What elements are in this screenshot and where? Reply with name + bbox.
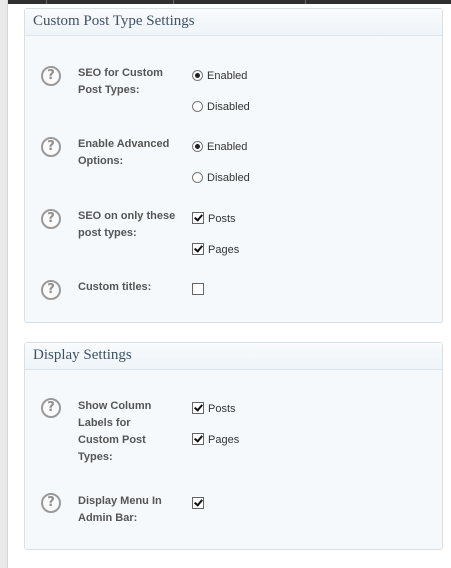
option-label: Enabled	[207, 141, 248, 153]
radio-button[interactable]	[192, 100, 203, 112]
checkbox[interactable]	[192, 243, 204, 256]
checkbox[interactable]	[192, 402, 204, 415]
option-label: Enabled	[207, 70, 248, 82]
admin-menu-rail	[0, 0, 8, 568]
top-toolbar-edge	[8, 0, 451, 4]
toolbar-divider	[46, 0, 47, 4]
help-icon[interactable]: ?	[41, 280, 61, 300]
option-label: Disabled	[207, 172, 250, 184]
checkbox[interactable]	[192, 283, 204, 296]
option-posts-checkbox[interactable]: Posts	[192, 212, 236, 226]
help-icon[interactable]: ?	[41, 398, 61, 418]
radio-button[interactable]	[192, 171, 203, 183]
option-enabled-radio[interactable]: Enabled	[192, 140, 247, 154]
setting-label: Display Menu In Admin Bar:	[78, 495, 162, 524]
option-pages-checkbox[interactable]: Pages	[192, 433, 239, 447]
display-settings-panel: Display Settings ? Show Column Labels fo…	[24, 342, 443, 550]
option-posts-checkbox[interactable]: Posts	[192, 402, 236, 416]
setting-label: SEO on only these post types:	[78, 210, 176, 239]
checkbox[interactable]	[192, 497, 204, 510]
help-icon[interactable]: ?	[41, 493, 61, 513]
custom-titles-checkbox[interactable]	[192, 283, 208, 297]
checkbox[interactable]	[192, 212, 204, 225]
option-disabled-radio[interactable]: Disabled	[192, 100, 250, 114]
option-pages-checkbox[interactable]: Pages	[192, 243, 239, 257]
setting-label: SEO for Custom Post Types:	[78, 67, 163, 96]
toolbar-divider	[305, 0, 306, 4]
option-label: Posts	[208, 213, 236, 225]
custom-post-type-settings-panel: Custom Post Type Settings ? SEO for Cust…	[24, 8, 443, 323]
setting-label: Enable Advanced Options:	[78, 138, 170, 167]
option-label: Posts	[208, 403, 236, 415]
option-label: Disabled	[207, 101, 250, 113]
panel-title[interactable]: Display Settings	[25, 343, 442, 370]
checkbox[interactable]	[192, 433, 204, 446]
option-enabled-radio[interactable]: Enabled	[192, 69, 247, 83]
help-icon[interactable]: ?	[41, 137, 61, 157]
option-label: Pages	[208, 244, 240, 256]
setting-label: Custom titles:	[78, 281, 152, 293]
panel-title[interactable]: Custom Post Type Settings	[25, 9, 442, 36]
setting-label: Show Column Labels for Custom Post Types…	[78, 400, 152, 463]
help-icon[interactable]: ?	[41, 209, 61, 229]
toolbar-divider	[173, 0, 174, 4]
radio-button[interactable]	[192, 69, 203, 81]
admin-bar-menu-checkbox[interactable]	[192, 497, 208, 511]
radio-button[interactable]	[192, 140, 203, 152]
option-disabled-radio[interactable]: Disabled	[192, 171, 250, 185]
option-label: Pages	[208, 434, 240, 446]
help-icon[interactable]: ?	[41, 66, 61, 86]
